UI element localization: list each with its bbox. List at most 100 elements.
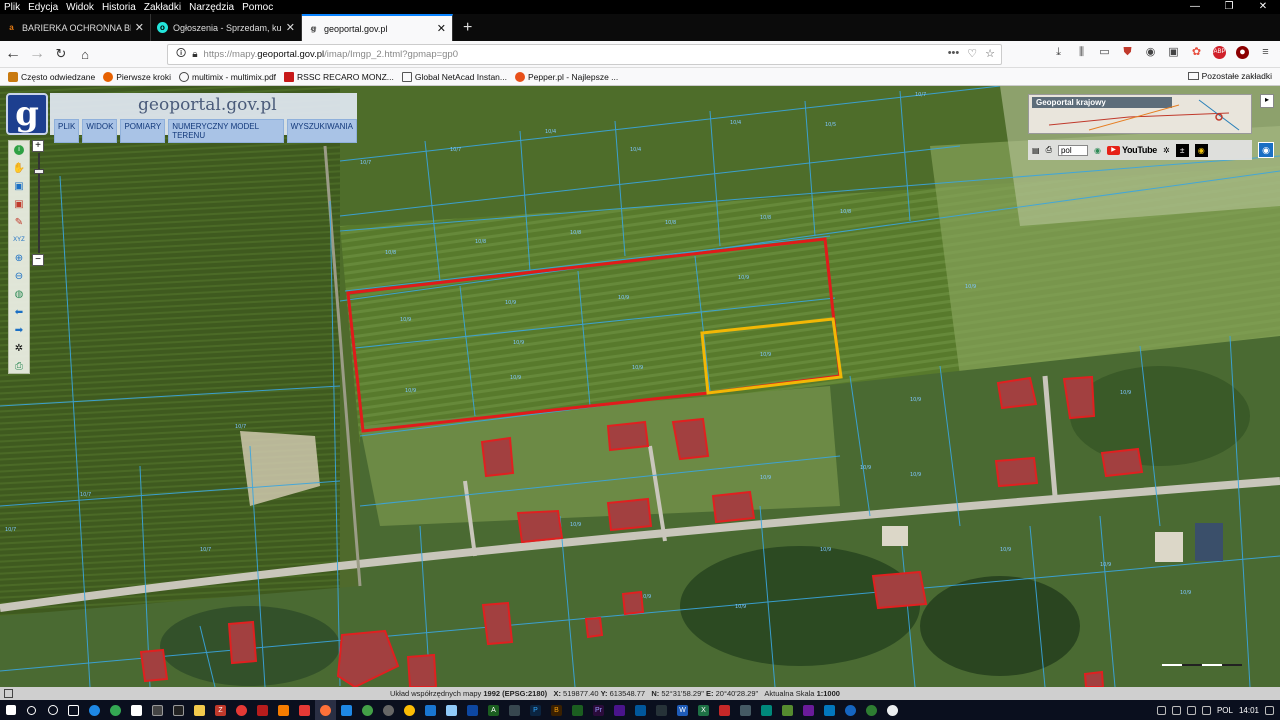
network-icon[interactable]: [1156, 705, 1166, 715]
bookmark-item[interactable]: Pepper.pl - Najlepsze ...: [515, 71, 618, 82]
app-icon[interactable]: [882, 700, 903, 720]
resize-icon[interactable]: [4, 689, 13, 698]
zoom-track[interactable]: [34, 153, 44, 253]
bookmark-item[interactable]: Pierwsze kroki: [103, 71, 171, 82]
menu-view[interactable]: Widok: [62, 2, 98, 13]
bookmark-item[interactable]: RSSC RECARO MONZ...: [284, 71, 394, 82]
volume-icon[interactable]: [1186, 705, 1196, 715]
bookmark-item[interactable]: multimix - multimix.pdf: [178, 71, 276, 82]
firefox-icon[interactable]: [315, 700, 336, 720]
gp-menu-view[interactable]: WIDOK: [82, 119, 118, 143]
next-view-icon[interactable]: ➡: [9, 321, 29, 339]
url-bar[interactable]: 🛈 🔒︎ https://mapy. geoportal.gov.pl/imap/…: [167, 44, 1002, 65]
tab-amazon[interactable]: a BARIERKA OCHRONNA BRAMKA ✕: [0, 14, 151, 41]
tab-geoportal[interactable]: ꞡ geoportal.gov.pl ✕: [302, 14, 453, 41]
clock[interactable]: 14:01: [1239, 706, 1259, 715]
shield-icon[interactable]: 🛈: [176, 46, 186, 63]
zoom-slider[interactable]: + −: [32, 140, 46, 270]
app-icon[interactable]: [609, 700, 630, 720]
colorpicker-icon[interactable]: ✿: [1190, 46, 1203, 59]
vlc-icon[interactable]: [273, 700, 294, 720]
close-window-button[interactable]: ✕: [1246, 0, 1280, 14]
reload-icon[interactable]: ↻: [50, 43, 72, 65]
downloads-icon[interactable]: ⤓: [1052, 46, 1065, 59]
task-view-icon[interactable]: [63, 700, 84, 720]
menu-tools[interactable]: Narzędzia: [185, 2, 238, 13]
app-icon[interactable]: [378, 700, 399, 720]
app-icon[interactable]: [777, 700, 798, 720]
xyz-coordinates-icon[interactable]: XYZ: [9, 231, 29, 249]
app-icon[interactable]: [840, 700, 861, 720]
close-tab-icon[interactable]: ✕: [135, 21, 144, 34]
menu-help[interactable]: Pomoc: [238, 2, 277, 13]
app-icon[interactable]: [630, 700, 651, 720]
store-icon[interactable]: [126, 700, 147, 720]
screenshot-icon[interactable]: ▣: [1167, 46, 1180, 59]
opera-icon[interactable]: [231, 700, 252, 720]
filezilla-icon[interactable]: Z: [210, 700, 231, 720]
gp-menu-file[interactable]: PLIK: [54, 119, 80, 143]
app-icon[interactable]: [336, 700, 357, 720]
photoshop-icon[interactable]: P: [525, 700, 546, 720]
language-select[interactable]: pol: [1057, 144, 1088, 156]
zoom-knob[interactable]: [34, 169, 44, 174]
zoom-box-icon[interactable]: ▣: [9, 177, 29, 195]
minimize-button[interactable]: —: [1178, 0, 1212, 14]
app-icon[interactable]: [462, 700, 483, 720]
hamburger-menu-icon[interactable]: ≡: [1259, 46, 1272, 59]
calculator-icon[interactable]: [147, 700, 168, 720]
app-icon[interactable]: [756, 700, 777, 720]
close-tab-icon[interactable]: ✕: [286, 21, 295, 34]
print-icon[interactable]: ⎙: [1046, 145, 1052, 155]
app-icon[interactable]: [567, 700, 588, 720]
app-icon[interactable]: [294, 700, 315, 720]
tab-olx[interactable]: o Ogłoszenia - Sprzedam, kupię ✕: [151, 14, 302, 41]
app-icon[interactable]: [252, 700, 273, 720]
full-extent-icon[interactable]: ✲: [9, 339, 29, 357]
terminal-icon[interactable]: [168, 700, 189, 720]
chrome-icon[interactable]: [105, 700, 126, 720]
extension-icon[interactable]: ●: [1236, 46, 1249, 59]
overview-map[interactable]: Geoportal krajowy: [1028, 94, 1252, 134]
cortana-icon[interactable]: [42, 700, 63, 720]
zoom-in-icon[interactable]: ⊕: [9, 249, 29, 267]
previous-view-icon[interactable]: ⬅: [9, 303, 29, 321]
restore-button[interactable]: ❐: [1212, 0, 1246, 14]
clear-selection-icon[interactable]: ▣: [9, 195, 29, 213]
app-icon[interactable]: [861, 700, 882, 720]
pan-hand-icon[interactable]: ✋: [9, 159, 29, 177]
back-arrow-icon[interactable]: ←: [2, 43, 24, 65]
explorer-icon[interactable]: [189, 700, 210, 720]
other-bookmarks[interactable]: Pozostałe zakładki: [1187, 71, 1272, 81]
legend-icon[interactable]: ▤: [1032, 146, 1040, 155]
start-button[interactable]: [0, 700, 21, 720]
excel-icon[interactable]: X: [693, 700, 714, 720]
plus-minus-icon[interactable]: ±: [1175, 143, 1189, 157]
print-icon[interactable]: ⎙: [9, 357, 29, 375]
action-center-icon[interactable]: [1265, 705, 1274, 715]
pocket-icon[interactable]: ♡: [967, 47, 977, 60]
edge-icon[interactable]: [84, 700, 105, 720]
gp-menu-terrain[interactable]: NUMERYCZNY MODEL TERENU: [168, 119, 284, 143]
input-language[interactable]: POL: [1217, 706, 1233, 715]
forward-arrow-icon[interactable]: →: [26, 43, 48, 65]
gp-menu-search[interactable]: WYSZUKIWANIA: [286, 119, 357, 143]
new-tab-button[interactable]: +: [453, 14, 482, 41]
app-icon[interactable]: [798, 700, 819, 720]
overview-toggle-button[interactable]: ▸: [1260, 94, 1274, 108]
app-icon[interactable]: [357, 700, 378, 720]
info-icon[interactable]: i: [9, 141, 29, 159]
eye-icon[interactable]: ◉: [1194, 143, 1208, 157]
menu-edit[interactable]: Edycja: [24, 2, 62, 13]
search-icon[interactable]: [21, 700, 42, 720]
menu-file[interactable]: Plik: [0, 2, 24, 13]
help-icon[interactable]: ✲: [1163, 146, 1170, 155]
app-icon[interactable]: [651, 700, 672, 720]
zoom-minus-button[interactable]: −: [32, 254, 44, 266]
draw-pencil-icon[interactable]: ✎: [9, 213, 29, 231]
menu-history[interactable]: Historia: [98, 2, 140, 13]
adblock-icon[interactable]: ABP: [1213, 46, 1226, 59]
page-actions-icon[interactable]: •••: [948, 47, 960, 60]
app-icon[interactable]: [735, 700, 756, 720]
ublock-icon[interactable]: ⛊: [1121, 46, 1134, 59]
